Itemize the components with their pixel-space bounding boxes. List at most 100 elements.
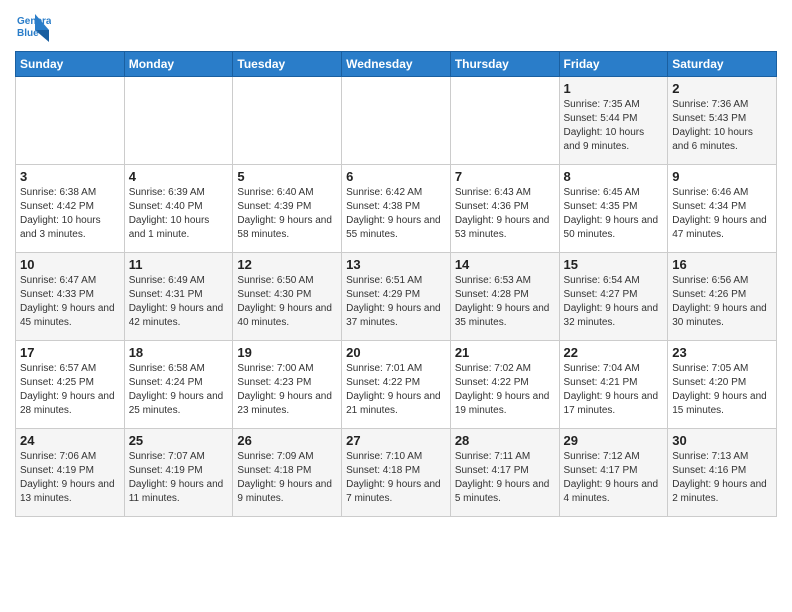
day-info: Sunrise: 6:54 AM Sunset: 4:27 PM Dayligh… — [564, 274, 664, 330]
calendar-week-row: 24 Sunrise: 7:06 AM Sunset: 4:19 PM Dayli… — [16, 429, 777, 517]
day-info: Sunrise: 7:05 AM Sunset: 4:20 PM Dayligh… — [672, 362, 772, 418]
calendar-cell: 3 Sunrise: 6:38 AM Sunset: 4:42 PM Daylig… — [16, 165, 125, 253]
day-number: 5 — [237, 169, 337, 184]
calendar-cell — [450, 77, 559, 165]
day-number: 3 — [20, 169, 120, 184]
calendar-cell: 18 Sunrise: 6:58 AM Sunset: 4:24 PM Dayli… — [124, 341, 233, 429]
weekday-header-saturday: Saturday — [668, 52, 777, 77]
calendar-cell: 9 Sunrise: 6:46 AM Sunset: 4:34 PM Daylig… — [668, 165, 777, 253]
calendar-cell: 14Sunrise: 6:53 AM Sunset: 4:28 PM Dayli… — [450, 253, 559, 341]
day-info: Sunrise: 7:02 AM Sunset: 4:22 PM Dayligh… — [455, 362, 555, 418]
calendar-cell: 10 Sunrise: 6:47 AM Sunset: 4:33 PM Dayli… — [16, 253, 125, 341]
calendar-cell — [342, 77, 451, 165]
day-number: 9 — [672, 169, 772, 184]
day-number: 28 — [455, 433, 555, 448]
svg-text:General: General — [17, 16, 51, 27]
page-container: General Blue SundayMondayTuesdayWednesda… — [0, 0, 792, 522]
day-info: Sunrise: 6:50 AM Sunset: 4:30 PM Dayligh… — [237, 274, 337, 330]
day-info: Sunrise: 7:36 AM Sunset: 5:43 PM Dayligh… — [672, 98, 772, 154]
day-number: 1 — [564, 81, 664, 96]
weekday-header-tuesday: Tuesday — [233, 52, 342, 77]
calendar-cell: 22Sunrise: 7:04 AM Sunset: 4:21 PM Dayli… — [559, 341, 668, 429]
day-number: 18 — [129, 345, 229, 360]
calendar-cell: 4 Sunrise: 6:39 AM Sunset: 4:40 PM Daylig… — [124, 165, 233, 253]
calendar-cell: 15 Sunrise: 6:54 AM Sunset: 4:27 PM Dayli… — [559, 253, 668, 341]
weekday-header-wednesday: Wednesday — [342, 52, 451, 77]
day-number: 4 — [129, 169, 229, 184]
calendar-cell — [124, 77, 233, 165]
calendar-cell: 1Sunrise: 7:35 AM Sunset: 5:44 PM Daylig… — [559, 77, 668, 165]
day-info: Sunrise: 6:57 AM Sunset: 4:25 PM Dayligh… — [20, 362, 120, 418]
day-number: 29 — [564, 433, 664, 448]
weekday-header-sunday: Sunday — [16, 52, 125, 77]
calendar-table: SundayMondayTuesdayWednesdayThursdayFrid… — [15, 51, 777, 517]
day-number: 22 — [564, 345, 664, 360]
calendar-cell — [233, 77, 342, 165]
day-number: 10 — [20, 257, 120, 272]
calendar-week-row: 17 Sunrise: 6:57 AM Sunset: 4:25 PM Dayli… — [16, 341, 777, 429]
day-info: Sunrise: 7:07 AM Sunset: 4:19 PM Dayligh… — [129, 450, 229, 506]
day-number: 21 — [455, 345, 555, 360]
day-info: Sunrise: 6:38 AM Sunset: 4:42 PM Dayligh… — [20, 186, 120, 242]
day-info: Sunrise: 6:56 AM Sunset: 4:26 PM Dayligh… — [672, 274, 772, 330]
day-info: Sunrise: 6:46 AM Sunset: 4:34 PM Dayligh… — [672, 186, 772, 242]
calendar-cell: 26 Sunrise: 7:09 AM Sunset: 4:18 PM Dayli… — [233, 429, 342, 517]
calendar-cell: 30Sunrise: 7:13 AM Sunset: 4:16 PM Dayli… — [668, 429, 777, 517]
calendar-cell: 8 Sunrise: 6:45 AM Sunset: 4:35 PM Daylig… — [559, 165, 668, 253]
day-info: Sunrise: 7:11 AM Sunset: 4:17 PM Dayligh… — [455, 450, 555, 506]
day-info: Sunrise: 6:47 AM Sunset: 4:33 PM Dayligh… — [20, 274, 120, 330]
day-number: 17 — [20, 345, 120, 360]
day-info: Sunrise: 7:12 AM Sunset: 4:17 PM Dayligh… — [564, 450, 664, 506]
calendar-cell: 23 Sunrise: 7:05 AM Sunset: 4:20 PM Dayli… — [668, 341, 777, 429]
day-info: Sunrise: 6:39 AM Sunset: 4:40 PM Dayligh… — [129, 186, 229, 242]
day-info: Sunrise: 6:43 AM Sunset: 4:36 PM Dayligh… — [455, 186, 555, 242]
calendar-cell: 28 Sunrise: 7:11 AM Sunset: 4:17 PM Dayli… — [450, 429, 559, 517]
calendar-week-row: 1Sunrise: 7:35 AM Sunset: 5:44 PM Daylig… — [16, 77, 777, 165]
day-number: 11 — [129, 257, 229, 272]
header-row: General Blue — [15, 10, 777, 46]
day-number: 23 — [672, 345, 772, 360]
day-number: 27 — [346, 433, 446, 448]
day-number: 16 — [672, 257, 772, 272]
logo-icon: General Blue — [15, 10, 51, 46]
calendar-cell: 13Sunrise: 6:51 AM Sunset: 4:29 PM Dayli… — [342, 253, 451, 341]
weekday-header-thursday: Thursday — [450, 52, 559, 77]
day-info: Sunrise: 7:09 AM Sunset: 4:18 PM Dayligh… — [237, 450, 337, 506]
calendar-cell: 27 Sunrise: 7:10 AM Sunset: 4:18 PM Dayli… — [342, 429, 451, 517]
weekday-header-monday: Monday — [124, 52, 233, 77]
day-number: 12 — [237, 257, 337, 272]
logo: General Blue — [15, 10, 51, 46]
day-number: 6 — [346, 169, 446, 184]
calendar-cell: 25 Sunrise: 7:07 AM Sunset: 4:19 PM Dayli… — [124, 429, 233, 517]
calendar-cell: 19 Sunrise: 7:00 AM Sunset: 4:23 PM Dayli… — [233, 341, 342, 429]
day-number: 19 — [237, 345, 337, 360]
day-info: Sunrise: 6:40 AM Sunset: 4:39 PM Dayligh… — [237, 186, 337, 242]
day-info: Sunrise: 6:42 AM Sunset: 4:38 PM Dayligh… — [346, 186, 446, 242]
calendar-cell: 6 Sunrise: 6:42 AM Sunset: 4:38 PM Daylig… — [342, 165, 451, 253]
day-number: 8 — [564, 169, 664, 184]
day-number: 2 — [672, 81, 772, 96]
calendar-cell: 5 Sunrise: 6:40 AM Sunset: 4:39 PM Daylig… — [233, 165, 342, 253]
calendar-cell: 20 Sunrise: 7:01 AM Sunset: 4:22 PM Dayli… — [342, 341, 451, 429]
calendar-cell: 17 Sunrise: 6:57 AM Sunset: 4:25 PM Dayli… — [16, 341, 125, 429]
day-number: 20 — [346, 345, 446, 360]
day-info: Sunrise: 7:00 AM Sunset: 4:23 PM Dayligh… — [237, 362, 337, 418]
day-info: Sunrise: 6:53 AM Sunset: 4:28 PM Dayligh… — [455, 274, 555, 330]
day-number: 26 — [237, 433, 337, 448]
calendar-cell: 2 Sunrise: 7:36 AM Sunset: 5:43 PM Daylig… — [668, 77, 777, 165]
day-info: Sunrise: 6:45 AM Sunset: 4:35 PM Dayligh… — [564, 186, 664, 242]
calendar-cell — [16, 77, 125, 165]
svg-text:Blue: Blue — [17, 28, 39, 39]
day-number: 25 — [129, 433, 229, 448]
day-info: Sunrise: 6:58 AM Sunset: 4:24 PM Dayligh… — [129, 362, 229, 418]
day-info: Sunrise: 7:06 AM Sunset: 4:19 PM Dayligh… — [20, 450, 120, 506]
calendar-cell: 21 Sunrise: 7:02 AM Sunset: 4:22 PM Dayli… — [450, 341, 559, 429]
day-info: Sunrise: 7:01 AM Sunset: 4:22 PM Dayligh… — [346, 362, 446, 418]
day-info: Sunrise: 7:10 AM Sunset: 4:18 PM Dayligh… — [346, 450, 446, 506]
day-number: 24 — [20, 433, 120, 448]
calendar-cell: 16 Sunrise: 6:56 AM Sunset: 4:26 PM Dayli… — [668, 253, 777, 341]
calendar-cell: 24 Sunrise: 7:06 AM Sunset: 4:19 PM Dayli… — [16, 429, 125, 517]
day-number: 15 — [564, 257, 664, 272]
day-info: Sunrise: 6:49 AM Sunset: 4:31 PM Dayligh… — [129, 274, 229, 330]
calendar-cell: 29 Sunrise: 7:12 AM Sunset: 4:17 PM Dayli… — [559, 429, 668, 517]
